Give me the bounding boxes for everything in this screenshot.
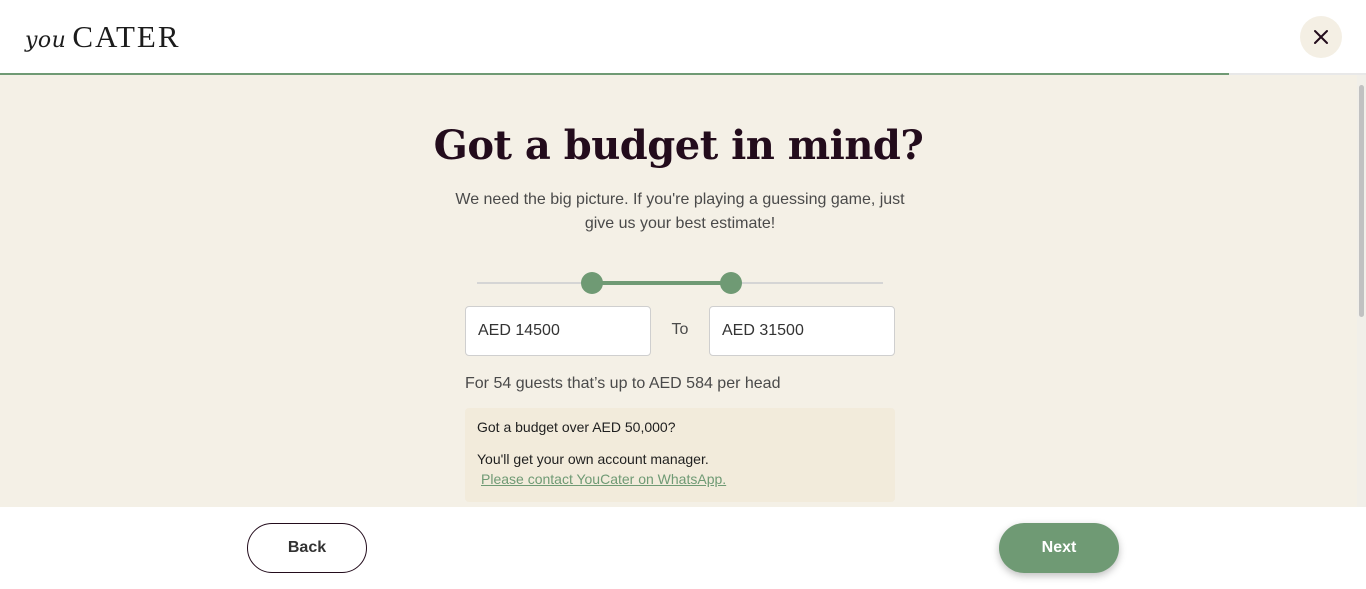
header: you CATER bbox=[0, 0, 1366, 75]
range-to-label: To bbox=[671, 321, 689, 338]
max-budget-currency: AED bbox=[722, 322, 755, 339]
page-title: Got a budget in mind? bbox=[433, 122, 924, 169]
footer: Back Next bbox=[0, 507, 1366, 589]
max-budget-input[interactable]: AED 31500 bbox=[709, 306, 895, 356]
large-budget-info-box: Got a budget over AED 50,000? You'll get… bbox=[465, 408, 895, 502]
scrollbar[interactable] bbox=[1357, 75, 1366, 507]
logo-main-text: CATER bbox=[72, 19, 181, 54]
whatsapp-contact-link[interactable]: Please contact YouCater on WhatsApp. bbox=[481, 471, 726, 487]
min-budget-value: 14500 bbox=[515, 322, 560, 339]
close-button[interactable] bbox=[1300, 16, 1342, 58]
main-content: Got a budget in mind? We need the big pi… bbox=[0, 75, 1366, 507]
back-button[interactable]: Back bbox=[247, 523, 367, 573]
per-head-summary: For 54 guests that’s up to AED 584 per h… bbox=[465, 375, 781, 392]
min-budget-input[interactable]: AED 14500 bbox=[465, 306, 651, 356]
budget-range-slider[interactable] bbox=[477, 271, 883, 295]
info-body: You'll get your own account manager. bbox=[477, 451, 709, 467]
info-heading: Got a budget over AED 50,000? bbox=[477, 419, 676, 435]
budget-page: you CATER Got a budget in mind? We need … bbox=[0, 0, 1366, 589]
close-icon bbox=[1314, 30, 1328, 44]
scrollbar-thumb[interactable] bbox=[1359, 85, 1364, 317]
slider-min-handle[interactable] bbox=[580, 272, 603, 294]
page-subtitle: We need the big picture. If you're playi… bbox=[455, 191, 905, 232]
logo[interactable]: you CATER bbox=[25, 19, 181, 55]
logo-script-text: you bbox=[25, 28, 67, 53]
slider-selected-range bbox=[591, 281, 732, 285]
slider-max-handle[interactable] bbox=[720, 272, 743, 294]
min-budget-currency: AED bbox=[478, 322, 511, 339]
next-button[interactable]: Next bbox=[999, 523, 1119, 573]
max-budget-value: 31500 bbox=[759, 322, 804, 339]
